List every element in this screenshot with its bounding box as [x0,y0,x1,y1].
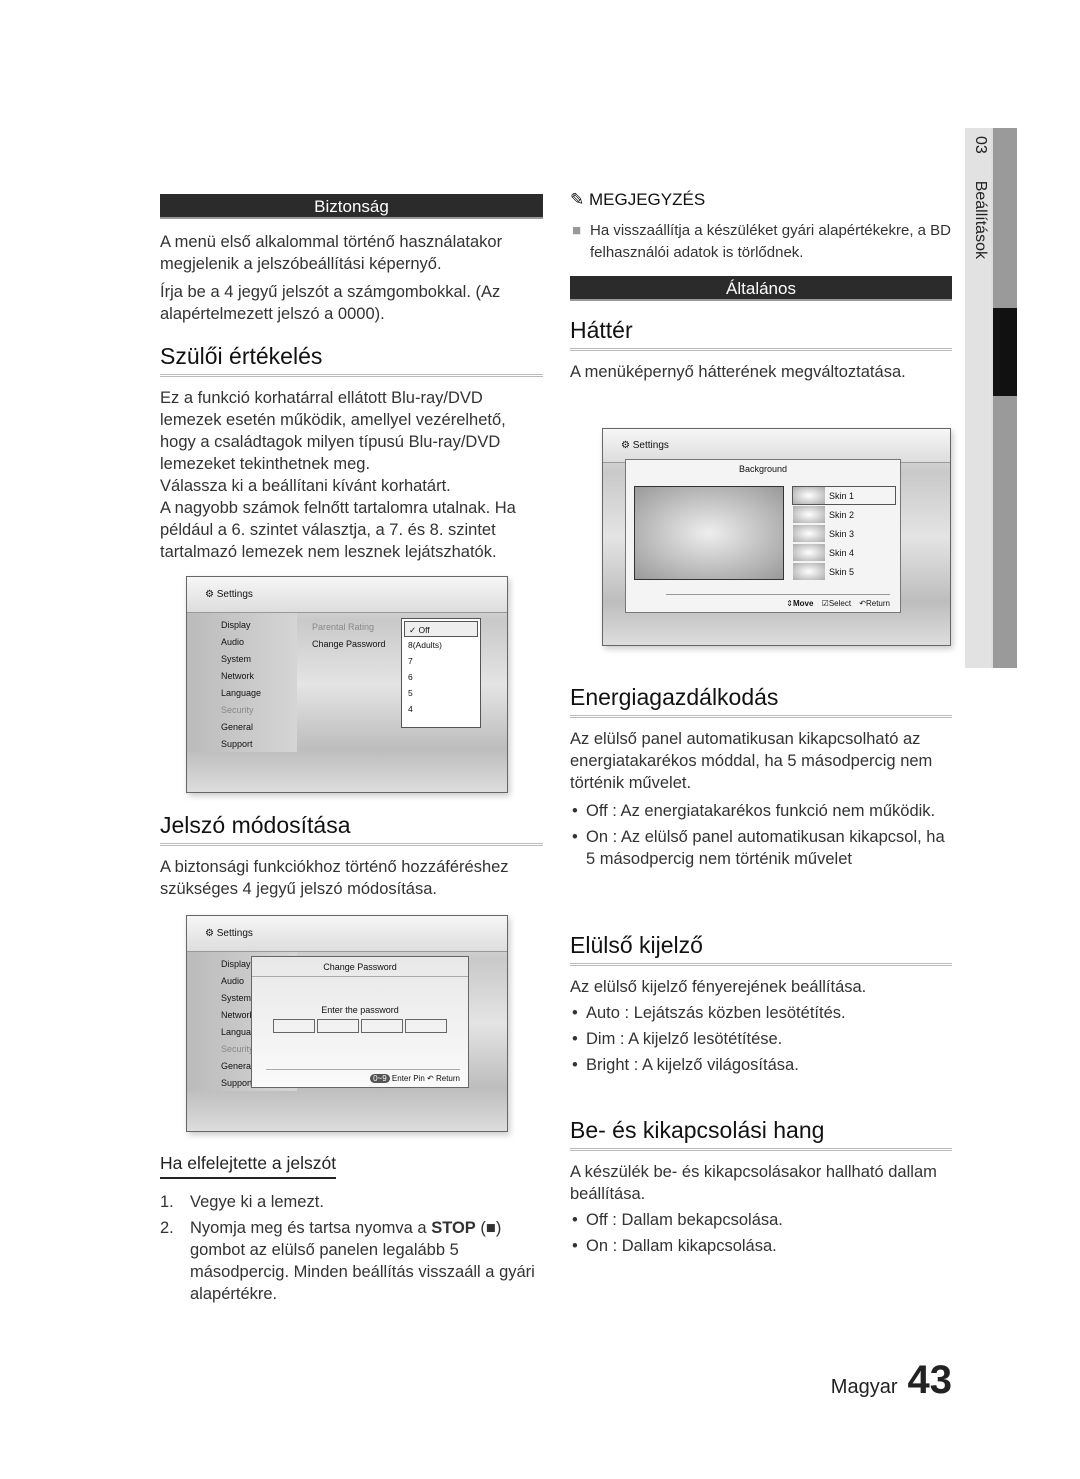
menu-item-language: Language [221,688,262,698]
skin-thumbnail [793,544,825,561]
rating-option: 7 [408,656,413,666]
skin-label: Skin 3 [829,528,855,539]
chapter-label: Beállítások [972,180,989,259]
page-number: 43 [907,1358,953,1402]
enter-pin-hint: Enter Pin [391,1074,425,1083]
skin-label: Skin 5 [829,566,855,577]
footer-language: Magyar [830,1376,898,1398]
skin-label: Skin 1 [829,490,855,501]
paragraph: Az elülső kijelző fényerejének beállítás… [570,978,867,996]
pin-digit-field[interactable] [405,1019,447,1033]
dialog-title: Change Password [252,957,468,977]
paragraph: Írja be a 4 jegyű jelszót a számgombokka… [160,283,501,323]
option-parental-rating: Parental Rating [312,622,375,632]
pin-digit-field[interactable] [273,1019,315,1033]
move-icon: ⇕ [786,599,793,608]
dialog-title: Background [738,464,788,474]
background-dialog: Background Skin 1 Skin 2 Skin 3 Skin 4 Skin … [625,459,901,613]
skin-option[interactable]: Skin 2 [792,505,896,524]
screen-title: Settings [216,928,253,939]
menu-item-general: General [221,722,254,732]
heading-parental: Szülői értékelés [160,343,543,377]
screenshot-parental-rating: ⚙ Settings Display Audio System Network Lang… [186,576,508,793]
paragraph: A menü első alkalommal történő használat… [160,233,503,273]
screen-title: Settings [216,589,253,600]
change-password-dialog: Change Password Enter the password 0~9 E… [251,956,469,1088]
pin-digit-field[interactable] [361,1019,403,1033]
password-prompt: Enter the password [321,1005,399,1015]
left-column: Biztonság A menü első alkalommal történő… [160,194,543,563]
screen-title: Settings [632,440,669,451]
skin-thumbnail [793,525,825,542]
section-header-security: Biztonság [160,194,543,219]
step: 2. Nyomja meg és tartsa nyomva a STOP (■)… [160,1219,535,1303]
step: 1. Vegye ki a lemezt. [160,1193,324,1211]
skin-thumbnail [793,506,825,523]
screenshot-background: ⚙ Settings Background Skin 1 Skin 2 Skin 3… [602,428,951,646]
rating-option: 5 [408,688,413,698]
return-hint: Return [435,1074,460,1083]
rating-list: ✓ Off 8(Adults) 7 6 5 4 [401,618,481,728]
return-icon: ↶ [427,1074,434,1083]
screenshot-change-password: ⚙ Settings Display Audio System Network Lang… [186,915,508,1132]
list-item: Off : Az energiatakarékos funkció nem mű… [570,800,952,822]
paragraph: A készülék be- és kikapcsolásakor hallha… [570,1163,937,1203]
page-footer: Magyar 43 [831,1358,952,1403]
option-change-password: Change Password [312,639,386,649]
heading-background: Háttér [570,317,952,351]
rating-option: 4 [408,704,413,714]
heading-front-display: Elülső kijelző [570,932,952,966]
paragraph: Az elülső panel automatikusan kikapcsolh… [570,730,933,792]
note-text: ■ Ha visszaállítja a készüléket gyári ala… [572,222,951,261]
list-item: On : Dallam kikapcsolása. [570,1235,952,1257]
list-item: Bright : A kijelző világosítása. [570,1054,952,1076]
skin-thumbnail [793,487,825,504]
skin-option[interactable]: Skin 3 [792,524,896,543]
chapter-tab: 03 Beállítások [965,128,1017,668]
rating-option: 8(Adults) [408,640,443,650]
menu-item-audio: Audio [221,637,245,647]
skin-option[interactable]: Skin 5 [792,562,896,581]
gear-icon: ⚙ [621,440,630,451]
paragraph: Válassza ki a beállítani kívánt korhatár… [160,477,451,495]
menu-item-security: Security [221,705,254,715]
list-item: Off : Dallam bekapcsolása. [570,1209,952,1231]
chapter-number: 03 [972,136,989,154]
pin-digit-field[interactable] [317,1019,359,1033]
return-icon: ↶ [859,599,866,608]
select-icon: ☑ [821,599,829,608]
section-header-general: Általános [570,276,952,301]
menu-item-display: Display [221,620,251,630]
skin-label: Skin 4 [829,547,855,558]
paragraph: A nagyobb számok felnőtt tartalomra utal… [160,499,516,561]
number-key-icon: 0~9 [370,1074,390,1083]
note-title: MEGJEGYZÉS [588,190,706,209]
skin-label: Skin 2 [829,509,855,520]
paragraph: Ez a funkció korhatárral ellátott Blu-ra… [160,389,506,473]
list-item: On : Az elülső panel automatikusan kikap… [570,826,952,870]
skin-option[interactable]: Skin 1 [792,486,896,505]
skin-option[interactable]: Skin 4 [792,543,896,562]
paragraph: A menüképernyő hátterének megváltoztatás… [570,363,906,381]
menu-item-system: System [221,654,252,664]
heading-forgot: Ha elfelejtette a jelszót [160,1153,337,1179]
rating-option: 6 [408,672,413,682]
pencil-icon: ✎ [570,190,585,209]
list-item: Auto : Lejátszás közben lesötétítés. [570,1002,952,1024]
menu-item-support: Support [221,739,253,749]
heading-password: Jelszó módosítása [160,812,543,846]
rating-option: ✓ Off [404,621,478,637]
gear-icon: ⚙ [205,928,214,939]
gear-icon: ⚙ [205,589,214,600]
heading-energy: Energiagazdálkodás [570,684,952,718]
list-item: Dim : A kijelző lesötétítése. [570,1028,952,1050]
skin-thumbnail [793,563,825,580]
heading-sound: Be- és kikapcsolási hang [570,1117,952,1151]
background-preview [634,486,784,580]
menu-item-network: Network [221,671,255,681]
paragraph: A biztonsági funkciókhoz történő hozzáfé… [160,858,509,898]
